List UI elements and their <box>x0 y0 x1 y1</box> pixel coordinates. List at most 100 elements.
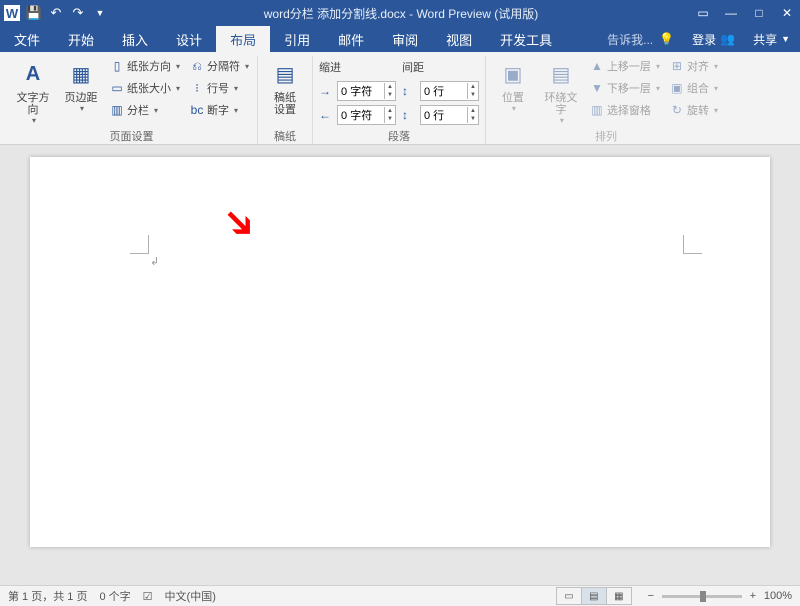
up-icon[interactable]: ▲ <box>468 107 478 115</box>
selection-pane-button[interactable]: ▥选择窗格 <box>588 100 662 120</box>
down-icon[interactable]: ▼ <box>385 91 395 99</box>
indent-left-spinner[interactable]: ▲▼ <box>337 81 396 101</box>
group-obj-label: 组合 <box>687 80 709 96</box>
space-before-spinner[interactable]: ▲▼ <box>420 81 479 101</box>
up-icon[interactable]: ▲ <box>468 83 478 91</box>
undo-icon[interactable]: ↶ <box>48 5 64 21</box>
size-button[interactable]: ▭纸张大小 <box>108 78 182 98</box>
read-mode-icon[interactable]: ▭ <box>556 587 582 605</box>
text-direction-label: 文字方向 <box>12 92 54 116</box>
columns-label: 分栏 <box>127 102 149 118</box>
up-icon[interactable]: ▲ <box>385 83 395 91</box>
share-button[interactable]: 共享 ▼ <box>743 26 800 52</box>
page-status[interactable]: 第 1 页，共 1 页 <box>8 588 87 604</box>
margin-corner-tr <box>683 235 702 254</box>
align-label: 对齐 <box>687 58 709 74</box>
hyphenation-label: 断字 <box>207 102 229 118</box>
save-icon[interactable]: 💾 <box>26 5 42 21</box>
tab-design[interactable]: 设计 <box>162 26 216 52</box>
hyphenation-button[interactable]: bc断字 <box>188 100 251 120</box>
margin-corner-tl <box>130 235 149 254</box>
up-icon[interactable]: ▲ <box>385 107 395 115</box>
word-logo-icon: W <box>4 5 20 21</box>
indent-right-input[interactable] <box>338 109 384 121</box>
group-paragraph-label: 段落 <box>319 128 479 144</box>
position-button[interactable]: ▣ 位置 <box>492 56 534 113</box>
redo-icon[interactable]: ↷ <box>70 5 86 21</box>
space-after-input[interactable] <box>421 109 467 121</box>
spacing-header: 间距 <box>402 59 426 75</box>
signin-button[interactable]: 登录 👥 <box>684 26 743 52</box>
margins-icon: ▦ <box>65 58 97 90</box>
down-icon[interactable]: ▼ <box>385 115 395 123</box>
position-icon: ▣ <box>497 58 529 90</box>
group-manuscript: ▤ 稿纸 设置 稿纸 <box>258 56 313 144</box>
ribbon: A 文字方向 ▦ 页边距 ▯纸张方向 ▭纸张大小 ▥分栏 ⎌分隔符 ⁝行号 bc… <box>0 52 800 145</box>
indent-left-input[interactable] <box>338 85 384 97</box>
tab-references[interactable]: 引用 <box>270 26 324 52</box>
space-after-icon: ↕ <box>402 108 416 122</box>
lightbulb-icon: 💡 <box>659 32 674 46</box>
indent-left-icon: → <box>319 84 333 98</box>
status-bar: 第 1 页，共 1 页 0 个字 ☑ 中文(中国) ▭ ▤ ▦ − + 100% <box>0 585 800 606</box>
tell-me-box[interactable]: 告诉我... 💡 <box>597 26 684 52</box>
tab-home[interactable]: 开始 <box>54 26 108 52</box>
group-page-setup: A 文字方向 ▦ 页边距 ▯纸张方向 ▭纸张大小 ▥分栏 ⎌分隔符 ⁝行号 bc… <box>6 56 258 144</box>
breaks-button[interactable]: ⎌分隔符 <box>188 56 251 76</box>
qat-customize-icon[interactable]: ▼ <box>92 5 108 21</box>
zoom-out-button[interactable]: − <box>644 590 658 602</box>
rotate-button[interactable]: ↻旋转 <box>668 100 720 120</box>
orientation-button[interactable]: ▯纸张方向 <box>108 56 182 76</box>
maximize-icon[interactable]: □ <box>750 4 768 22</box>
close-icon[interactable]: ✕ <box>778 4 796 22</box>
group-arrange-label: 排列 <box>492 128 720 144</box>
word-count[interactable]: 0 个字 <box>99 588 130 604</box>
tab-insert[interactable]: 插入 <box>108 26 162 52</box>
tell-me-text: 告诉我... <box>607 31 653 48</box>
manuscript-settings-button[interactable]: ▤ 稿纸 设置 <box>264 56 306 116</box>
down-icon[interactable]: ▼ <box>468 115 478 123</box>
columns-button[interactable]: ▥分栏 <box>108 100 182 120</box>
margins-button[interactable]: ▦ 页边距 <box>60 56 102 113</box>
breaks-icon: ⎌ <box>190 59 204 73</box>
position-label: 位置 <box>502 92 524 104</box>
tab-file[interactable]: 文件 <box>0 26 54 52</box>
space-after-spinner[interactable]: ▲▼ <box>420 105 479 125</box>
tab-developer[interactable]: 开发工具 <box>486 26 566 52</box>
minimize-icon[interactable]: — <box>722 4 740 22</box>
space-before-input[interactable] <box>421 85 467 97</box>
bring-forward-label: 上移一层 <box>607 58 651 74</box>
hyphenation-icon: bc <box>190 103 204 117</box>
zoom-in-button[interactable]: + <box>746 590 760 602</box>
view-buttons: ▭ ▤ ▦ <box>557 587 632 605</box>
tab-layout[interactable]: 布局 <box>216 26 270 52</box>
down-icon[interactable]: ▼ <box>468 91 478 99</box>
manuscript-label: 稿纸 设置 <box>274 92 296 116</box>
align-icon: ⊞ <box>670 59 684 73</box>
zoom-level[interactable]: 100% <box>764 590 792 602</box>
print-layout-icon[interactable]: ▤ <box>581 587 607 605</box>
orientation-icon: ▯ <box>110 59 124 73</box>
bring-forward-button[interactable]: ▲上移一层 <box>588 56 662 76</box>
tab-mailings[interactable]: 邮件 <box>324 26 378 52</box>
web-layout-icon[interactable]: ▦ <box>606 587 632 605</box>
title-bar: W 💾 ↶ ↷ ▼ word分栏 添加分割线.docx - Word Previ… <box>0 0 800 26</box>
wrap-text-button[interactable]: ▤ 环绕文字 <box>540 56 582 125</box>
send-backward-button[interactable]: ▼下移一层 <box>588 78 662 98</box>
indent-right-spinner[interactable]: ▲▼ <box>337 105 396 125</box>
rotate-icon: ↻ <box>670 103 684 117</box>
document-page[interactable]: ↲ <box>30 157 770 547</box>
align-button[interactable]: ⊞对齐 <box>668 56 720 76</box>
quick-access-toolbar: W 💾 ↶ ↷ ▼ <box>4 5 108 21</box>
selection-pane-label: 选择窗格 <box>607 102 651 118</box>
language-status[interactable]: 中文(中国) <box>165 588 216 604</box>
proofing-icon[interactable]: ☑ <box>143 590 153 603</box>
text-direction-button[interactable]: A 文字方向 <box>12 56 54 125</box>
zoom-slider[interactable] <box>662 595 742 598</box>
tab-review[interactable]: 审阅 <box>378 26 432 52</box>
line-numbers-button[interactable]: ⁝行号 <box>188 78 251 98</box>
group-button[interactable]: ▣组合 <box>668 78 720 98</box>
tab-view[interactable]: 视图 <box>432 26 486 52</box>
group-arrange: ▣ 位置 ▤ 环绕文字 ▲上移一层 ▼下移一层 ▥选择窗格 ⊞对齐 ▣组合 ↻旋… <box>486 56 726 144</box>
ribbon-options-icon[interactable]: ▭ <box>694 4 712 22</box>
